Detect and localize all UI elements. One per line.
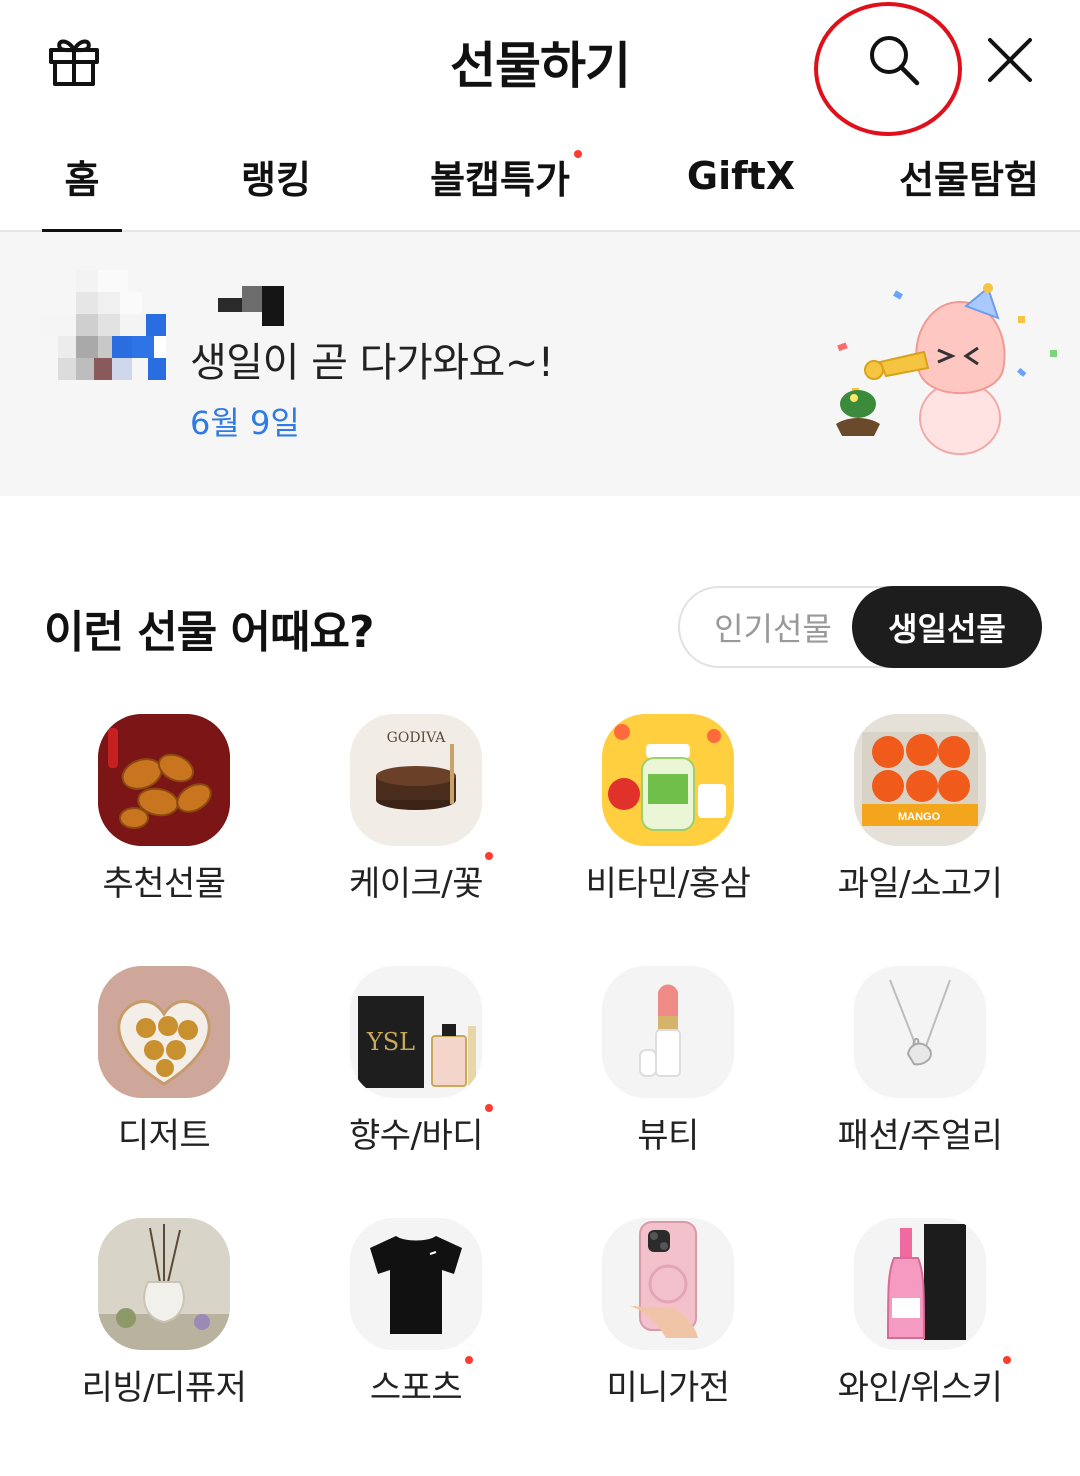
tab-label: 랭킹 (241, 157, 311, 202)
search-icon (870, 36, 920, 86)
category-label: 미니가전 (606, 1368, 730, 1408)
birthday-date: 6월 9일 (190, 404, 300, 442)
top-header: 선물하기 (0, 0, 1080, 136)
category-cake-flowers[interactable]: GODIVA 케이크/꽃 (314, 714, 514, 914)
category-perfume-body[interactable]: YSL 향수/바디 (314, 966, 514, 1166)
category-label: 스포츠 (369, 1368, 463, 1408)
perfume-set-thumbnail: YSL (350, 966, 482, 1098)
lipstick-thumbnail (602, 966, 734, 1098)
close-icon (988, 38, 1032, 82)
category-label: 리빙/디퓨저 (81, 1368, 247, 1408)
category-label: 와인/위스키 (837, 1368, 1003, 1408)
necklace-thumbnail (854, 966, 986, 1098)
friend-avatar (40, 270, 166, 380)
category-recommended[interactable]: 추천선물 (62, 714, 262, 914)
svg-text:YSL: YSL (366, 1028, 415, 1056)
new-badge-dot (485, 852, 493, 860)
category-label: 과일/소고기 (837, 864, 1003, 904)
category-label: 패션/주얼리 (837, 1116, 1003, 1156)
category-sports[interactable]: 스포츠 (314, 1218, 514, 1418)
category-label: 향수/바디 (348, 1116, 484, 1156)
new-badge-dot (574, 150, 582, 158)
tab-home[interactable]: 홈 (42, 120, 122, 234)
tab-ballcap-sale[interactable]: 볼캡특가 (420, 120, 582, 232)
tab-gift-explore[interactable]: 선물탐험 (894, 120, 1044, 232)
new-badge-dot (485, 1104, 493, 1112)
tab-ranking[interactable]: 랭킹 (224, 120, 328, 232)
tab-label: 선물탐험 (899, 157, 1039, 202)
fried-chicken-thumbnail (98, 714, 230, 846)
vitamin-jar-thumbnail (602, 714, 734, 846)
rose-wine-thumbnail (854, 1218, 986, 1350)
category-fashion-jewelry[interactable]: 패션/주얼리 (818, 966, 1018, 1166)
category-dessert[interactable]: 디저트 (62, 966, 262, 1166)
category-label: 추천선물 (102, 864, 226, 904)
friend-name-mosaic (218, 286, 284, 326)
tab-label: GiftX (686, 154, 796, 198)
category-fruit-beef[interactable]: MANGO 과일/소고기 (818, 714, 1018, 914)
tab-label: 볼캡특가 (430, 157, 570, 202)
diffuser-thumbnail (98, 1218, 230, 1350)
category-label: 비타민/홍삼 (585, 864, 751, 904)
birthday-character-illustration (836, 283, 1057, 455)
category-wine-whisky[interactable]: 와인/위스키 (818, 1218, 1018, 1418)
category-living-diffuser[interactable]: 리빙/디퓨저 (62, 1218, 262, 1418)
category-label: 뷰티 (637, 1116, 699, 1156)
tab-giftx[interactable]: GiftX (686, 120, 796, 232)
close-button[interactable] (976, 26, 1044, 94)
category-beauty[interactable]: 뷰티 (566, 966, 766, 1166)
category-label: 케이크/꽃 (348, 864, 484, 904)
tab-label: 홈 (64, 157, 100, 202)
toggle-birthday-gifts[interactable]: 생일선물 (852, 586, 1042, 668)
chocolate-cake-thumbnail: GODIVA (350, 714, 482, 846)
new-badge-dot (465, 1356, 473, 1364)
chocolate-box-thumbnail (98, 966, 230, 1098)
gift-type-toggle: 인기선물 생일선물 (678, 586, 1042, 668)
birthday-message: 생일이 곧 다가와요~! (190, 340, 554, 386)
phone-case-thumbnail (602, 1218, 734, 1350)
tab-bar: 홈 랭킹 볼캡특가 GiftX 선물탐험 (0, 120, 1080, 234)
svg-text:GODIVA: GODIVA (387, 730, 447, 746)
category-label: 디저트 (117, 1116, 211, 1156)
svg-text:MANGO: MANGO (898, 811, 941, 823)
new-badge-dot (1003, 1356, 1011, 1364)
category-mini-appliances[interactable]: 미니가전 (566, 1218, 766, 1418)
recommend-section-title: 이런 선물 어때요? (44, 607, 375, 658)
category-vitamin-ginseng[interactable]: 비타민/홍삼 (566, 714, 766, 914)
birthday-banner[interactable]: 생일이 곧 다가와요~! 6월 9일 (0, 232, 1080, 496)
black-tshirt-thumbnail (350, 1218, 482, 1350)
toggle-popular-gifts[interactable]: 인기선물 (686, 586, 860, 668)
mango-box-thumbnail: MANGO (854, 714, 986, 846)
search-button[interactable] (860, 26, 928, 94)
